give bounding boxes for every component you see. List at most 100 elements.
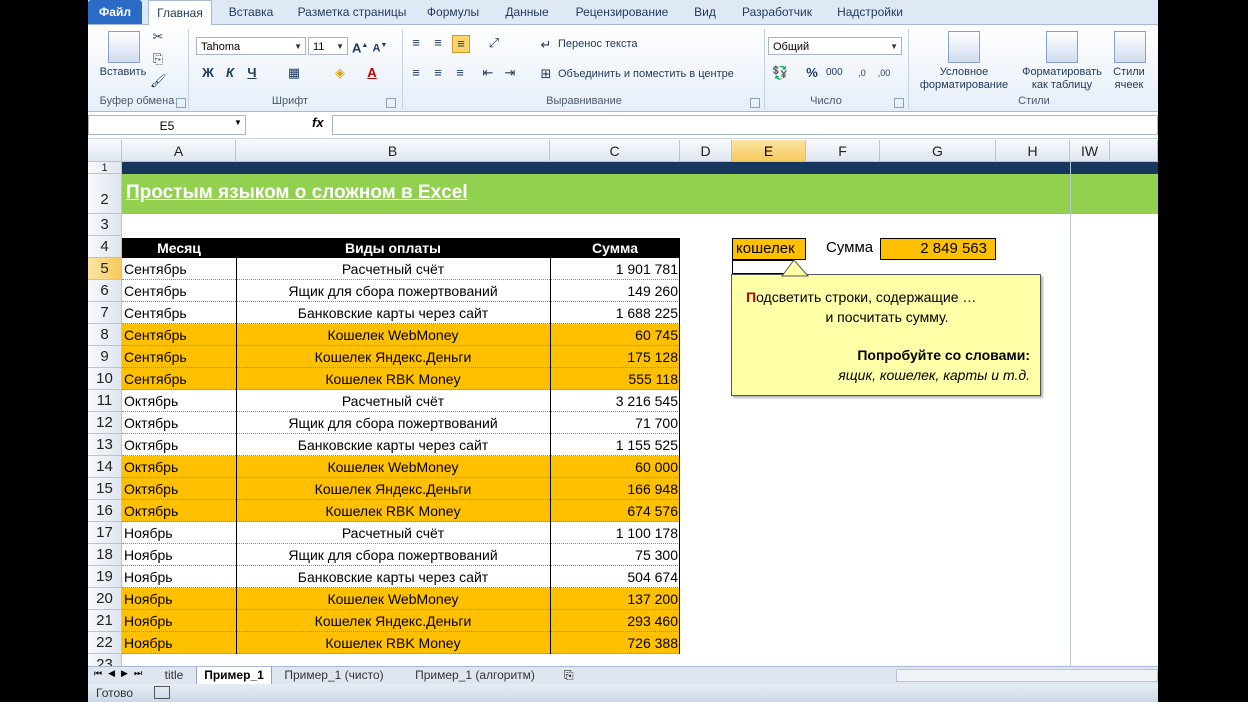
- column-header-g[interactable]: G: [880, 140, 996, 162]
- tab-review[interactable]: Рецензирование: [566, 0, 678, 24]
- font-color-icon[interactable]: A: [364, 65, 380, 81]
- cell-payment-type[interactable]: Расчетный счёт: [236, 522, 550, 544]
- sheet-nav-icon[interactable]: ⏮◀▶⏭: [94, 668, 148, 679]
- conditional-format-button[interactable]: Условное форматирование: [912, 66, 1016, 92]
- paste-icon[interactable]: [108, 31, 140, 63]
- cell-sum[interactable]: 1 688 225: [550, 302, 680, 324]
- alignment-launcher-icon[interactable]: [750, 98, 760, 108]
- wrap-text-button[interactable]: Перенос текста: [558, 38, 638, 50]
- row-header[interactable]: 9: [88, 346, 122, 368]
- cell-payment-type[interactable]: Кошелек Яндекс.Деньги: [236, 610, 550, 632]
- row-header[interactable]: 11: [88, 390, 122, 412]
- tab-developer[interactable]: Разработчик: [732, 0, 822, 24]
- row-header[interactable]: 23: [88, 654, 122, 666]
- sheet-tab-title[interactable]: title: [154, 667, 194, 684]
- font-launcher-icon[interactable]: [386, 98, 396, 108]
- cell-sum[interactable]: 175 128: [550, 346, 680, 368]
- cell-payment-type[interactable]: Кошелек RBK Money: [236, 368, 550, 390]
- row-header[interactable]: 16: [88, 500, 122, 522]
- cell-payment-type[interactable]: Ящик для сбора пожертвований: [236, 412, 550, 434]
- align-bottom-icon[interactable]: ≡: [452, 35, 470, 53]
- bold-button[interactable]: Ж: [200, 65, 216, 81]
- align-right-icon[interactable]: ≡: [452, 65, 468, 81]
- cell-styles-icon[interactable]: [1114, 31, 1146, 63]
- page-title[interactable]: Простым языком о сложном в Excel: [126, 182, 468, 204]
- cell-sum[interactable]: 504 674: [550, 566, 680, 588]
- decrease-indent-icon[interactable]: ⇤: [480, 65, 496, 81]
- align-left-icon[interactable]: ≡: [408, 65, 424, 81]
- cell-month[interactable]: Ноябрь: [122, 632, 236, 654]
- cell-sum[interactable]: 3 216 545: [550, 390, 680, 412]
- cell-month[interactable]: Сентябрь: [122, 280, 236, 302]
- tab-data[interactable]: Данные: [496, 0, 558, 24]
- wrap-text-icon[interactable]: ↵: [538, 37, 554, 53]
- cell-month[interactable]: Октябрь: [122, 500, 236, 522]
- row-header[interactable]: 2: [88, 174, 122, 214]
- cell-month[interactable]: Октябрь: [122, 412, 236, 434]
- underline-button[interactable]: Ч: [244, 65, 260, 81]
- cell-payment-type[interactable]: Кошелек WebMoney: [236, 456, 550, 478]
- conditional-format-icon[interactable]: [948, 31, 980, 63]
- cell-payment-type[interactable]: Кошелек WebMoney: [236, 588, 550, 610]
- column-header-b[interactable]: B: [236, 140, 550, 162]
- cell-sum[interactable]: 149 260: [550, 280, 680, 302]
- new-sheet-icon[interactable]: ⎘: [564, 668, 574, 683]
- cell-sum[interactable]: 137 200: [550, 588, 680, 610]
- row-header[interactable]: 1: [88, 162, 122, 174]
- cell-month[interactable]: Октябрь: [122, 456, 236, 478]
- sum-result[interactable]: 2 849 563: [880, 238, 996, 260]
- decrease-decimal-icon[interactable]: ,00: [876, 65, 892, 81]
- cell-month[interactable]: Ноябрь: [122, 566, 236, 588]
- currency-format-icon[interactable]: 💱: [772, 65, 788, 81]
- cell-payment-type[interactable]: Банковские карты через сайт: [236, 566, 550, 588]
- align-top-icon[interactable]: ≡: [408, 35, 424, 51]
- column-header-c[interactable]: C: [550, 140, 680, 162]
- row-header[interactable]: 4: [88, 236, 122, 258]
- row-header[interactable]: 21: [88, 610, 122, 632]
- number-launcher-icon[interactable]: [894, 98, 904, 108]
- keyword-input[interactable]: кошелек: [732, 238, 806, 260]
- tab-insert[interactable]: Вставка: [218, 0, 284, 24]
- cell-payment-type[interactable]: Банковские карты через сайт: [236, 434, 550, 456]
- paste-button[interactable]: Вставить: [98, 66, 148, 78]
- cell-month[interactable]: Ноябрь: [122, 610, 236, 632]
- italic-button[interactable]: К: [222, 65, 238, 81]
- percent-style-icon[interactable]: %: [804, 65, 820, 81]
- tab-view[interactable]: Вид: [688, 0, 722, 24]
- cell-payment-type[interactable]: Расчетный счёт: [236, 390, 550, 412]
- column-header-f[interactable]: F: [806, 140, 880, 162]
- cell-sum[interactable]: 166 948: [550, 478, 680, 500]
- insert-function-button[interactable]: fx: [312, 115, 324, 130]
- row-header[interactable]: 12: [88, 412, 122, 434]
- shrink-font-icon[interactable]: A▼: [372, 38, 388, 55]
- format-painter-icon[interactable]: 🖌: [150, 73, 167, 89]
- cell-sum[interactable]: 75 300: [550, 544, 680, 566]
- cell-month[interactable]: Ноябрь: [122, 588, 236, 610]
- tab-page-layout[interactable]: Разметка страницы: [292, 0, 412, 24]
- cell-month[interactable]: Сентябрь: [122, 368, 236, 390]
- row-header[interactable]: 22: [88, 632, 122, 654]
- cell-sum[interactable]: 674 576: [550, 500, 680, 522]
- row-header[interactable]: 5: [88, 258, 122, 280]
- clipboard-launcher-icon[interactable]: [176, 98, 186, 108]
- row-header[interactable]: 13: [88, 434, 122, 456]
- column-header-e[interactable]: E: [732, 140, 806, 162]
- row-header[interactable]: 6: [88, 280, 122, 302]
- sheet-tab-example1[interactable]: Пример_1: [196, 667, 272, 685]
- cell-payment-type[interactable]: Кошелек Яндекс.Деньги: [236, 478, 550, 500]
- row-header[interactable]: 17: [88, 522, 122, 544]
- cell-styles-button[interactable]: Стили ячеек: [1106, 66, 1152, 92]
- cell-sum[interactable]: 1 901 781: [550, 258, 680, 280]
- cell-payment-type[interactable]: Расчетный счёт: [236, 258, 550, 280]
- tab-formulas[interactable]: Формулы: [420, 0, 486, 24]
- comma-style-icon[interactable]: 000: [826, 65, 843, 81]
- cell-sum[interactable]: 71 700: [550, 412, 680, 434]
- column-header-a[interactable]: A: [122, 140, 236, 162]
- cell-sum[interactable]: 60 000: [550, 456, 680, 478]
- row-header[interactable]: 14: [88, 456, 122, 478]
- row-header[interactable]: 19: [88, 566, 122, 588]
- column-header-d[interactable]: D: [680, 140, 732, 162]
- cell-month[interactable]: Сентябрь: [122, 302, 236, 324]
- merge-center-button[interactable]: Объединить и поместить в центре: [558, 68, 734, 80]
- format-as-table-button[interactable]: Форматировать как таблицу: [1018, 66, 1106, 92]
